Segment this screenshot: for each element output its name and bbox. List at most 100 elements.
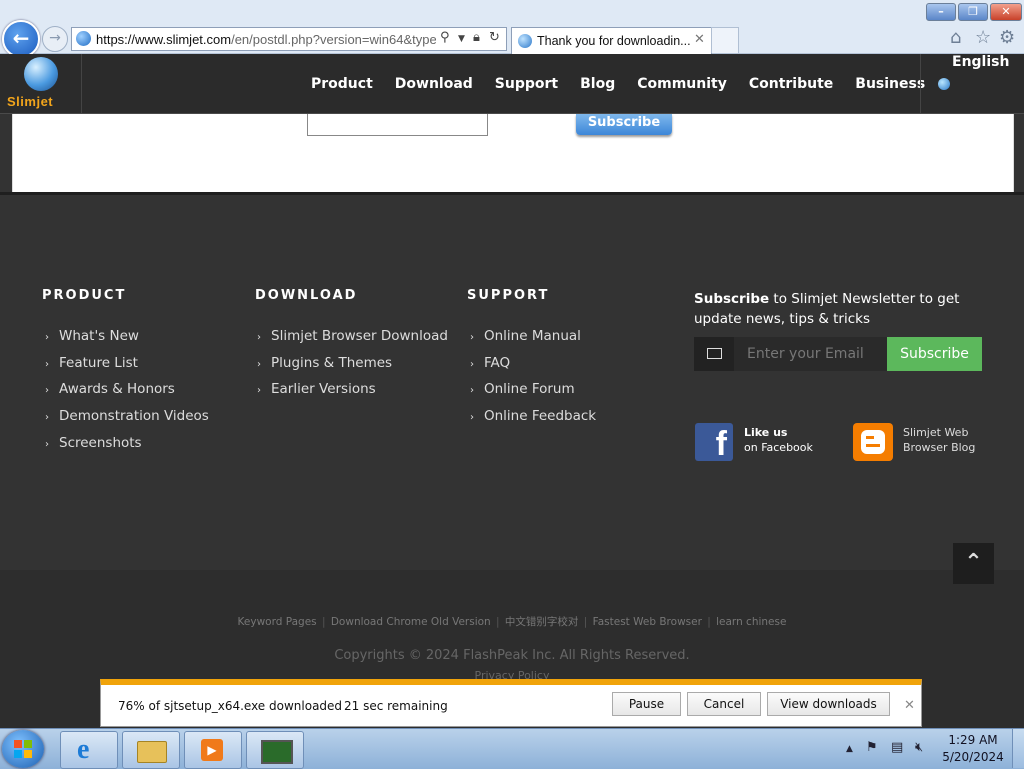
footer-link[interactable]: › Slimjet Browser Download — [257, 328, 448, 355]
show-hidden-icons-icon[interactable]: ▲ — [846, 744, 853, 754]
footer-link[interactable]: › FAQ — [470, 355, 596, 382]
tab-active[interactable]: Thank you for downloadin... ✕ — [511, 27, 712, 54]
taskbar-media-player[interactable]: ▶ — [184, 731, 242, 769]
footer-link[interactable]: › Earlier Versions — [257, 381, 448, 408]
tools-gear-icon[interactable]: ⚙ — [999, 27, 1015, 48]
minimize-button[interactable]: – — [926, 3, 956, 21]
view-downloads-button[interactable]: View downloads — [767, 692, 890, 716]
site-header: Slimjet Product Download Support Blog Co… — [0, 54, 1024, 114]
nav-product[interactable]: Product — [300, 54, 384, 113]
newsletter-subscribe-button[interactable]: Subscribe — [887, 337, 982, 371]
download-status: 76% of sjtsetup_x64.exe downloaded — [118, 699, 343, 713]
maximize-button[interactable]: ❐ — [958, 3, 988, 21]
footer-link[interactable]: › Demonstration Videos — [45, 408, 209, 435]
folder-icon — [137, 741, 167, 763]
footer-link[interactable]: › Online Manual — [470, 328, 596, 355]
new-tab-button[interactable] — [711, 27, 739, 53]
chevron-right-icon: › — [45, 438, 49, 450]
chevron-right-icon: › — [257, 385, 261, 397]
footer-link[interactable]: › Screenshots — [45, 435, 209, 462]
chevron-right-icon: › — [470, 332, 474, 343]
blogger-icon[interactable] — [853, 423, 893, 461]
windows-logo-icon — [14, 740, 32, 758]
footer-link[interactable]: › What's New — [45, 328, 209, 355]
site-globe-icon — [76, 31, 91, 46]
tab-close-icon[interactable]: ✕ — [694, 32, 705, 47]
chevron-right-icon: › — [45, 385, 49, 397]
monitor-icon — [261, 740, 293, 764]
chevron-right-icon: › — [470, 412, 474, 424]
link-keyword-pages[interactable]: Keyword Pages — [238, 616, 317, 628]
search-icon[interactable]: ⚲ — [440, 30, 450, 45]
chevron-right-icon: › — [45, 358, 49, 370]
lock-icon[interactable]: 🔒︎ — [473, 30, 480, 45]
action-center-flag-icon[interactable]: ⚑ — [866, 740, 878, 755]
page-content: Subscribe PRODUCT › What's New › Feature L… — [0, 114, 1024, 728]
network-icon[interactable]: ▤ — [891, 740, 903, 755]
chevron-right-icon: › — [257, 332, 261, 343]
scroll-to-top-icon[interactable]: ⌃ — [953, 543, 994, 584]
footer-link[interactable]: › Online Forum — [470, 381, 596, 408]
back-icon[interactable]: ← — [2, 20, 40, 58]
link-chinese-proofreading[interactable]: 中文错别字校对 — [505, 616, 579, 628]
footer-product-title: PRODUCT — [42, 288, 127, 303]
favorites-star-icon[interactable]: ☆ — [975, 27, 991, 48]
pause-button[interactable]: Pause — [612, 692, 681, 716]
close-icon[interactable]: ✕ — [904, 698, 915, 713]
link-fastest-browser[interactable]: Fastest Web Browser — [593, 616, 702, 628]
chevron-right-icon: › — [257, 358, 261, 370]
blog-link[interactable]: Slimjet Web Browser Blog — [903, 425, 975, 455]
footer-support-links: › Online Manual › FAQ › Online Forum › Onlin… — [470, 328, 596, 435]
refresh-icon[interactable]: ↻ — [489, 30, 500, 45]
nav-blog[interactable]: Blog — [569, 54, 626, 113]
footer-download-title: DOWNLOAD — [255, 288, 358, 303]
volume-muted-icon[interactable]: 🔇︎ — [915, 740, 923, 755]
facebook-link[interactable]: Like us on Facebook — [744, 425, 813, 455]
cancel-button[interactable]: Cancel — [687, 692, 761, 716]
clock-date[interactable]: 5/20/2024 — [940, 750, 1006, 764]
nav-support[interactable]: Support — [484, 54, 569, 113]
link-learn-chinese[interactable]: learn chinese — [716, 616, 786, 628]
copyright: Copyrights © 2024 FlashPeak Inc. All Rig… — [334, 648, 690, 663]
taskbar-file-explorer[interactable] — [122, 731, 180, 769]
tab-title: Thank you for downloadin... — [537, 34, 691, 48]
chevron-right-icon: › — [470, 385, 474, 397]
newsletter-text: Subscribe to Slimjet Newsletter to get u… — [694, 291, 960, 327]
nav-download[interactable]: Download — [384, 54, 484, 113]
chevron-right-icon: › — [45, 412, 49, 424]
nav-community[interactable]: Community — [626, 54, 738, 113]
content-panel: Subscribe — [12, 114, 1014, 192]
footer-link[interactable]: › Feature List — [45, 355, 209, 382]
nav-contribute[interactable]: Contribute — [738, 54, 844, 113]
top-subscribe-button[interactable]: Subscribe — [576, 114, 672, 135]
address-bar[interactable]: https://www.slimjet.com/en/postdl.php?ve… — [71, 27, 507, 51]
top-email-input[interactable] — [307, 114, 488, 136]
footer-link[interactable]: › Online Feedback — [470, 408, 596, 435]
footer-download-links: › Slimjet Browser Download › Plugins & The… — [257, 328, 448, 408]
home-icon[interactable]: ⌂ — [950, 27, 961, 48]
show-desktop-button[interactable] — [1012, 729, 1024, 768]
footer-link[interactable]: › Awards & Honors — [45, 381, 209, 408]
footer-support-title: SUPPORT — [467, 288, 550, 303]
start-button[interactable] — [2, 730, 44, 768]
language-selector[interactable]: English — [920, 54, 1024, 113]
download-notification-bar: 76% of sjtsetup_x64.exe downloaded 21 se… — [100, 679, 922, 727]
chevron-right-icon: › — [470, 358, 474, 370]
url-host: https://www.slimjet.com — [96, 32, 232, 47]
forward-icon[interactable]: → — [42, 26, 68, 52]
tab-favicon-icon — [518, 34, 532, 48]
site-logo[interactable]: Slimjet — [0, 54, 82, 113]
footer-link[interactable]: › Plugins & Themes — [257, 355, 448, 382]
newsletter-email-input[interactable]: Enter your Email — [734, 337, 887, 371]
language-label: English — [952, 54, 1010, 70]
link-chrome-old-version[interactable]: Download Chrome Old Version — [331, 616, 491, 628]
close-window-button[interactable]: ✕ — [990, 3, 1022, 21]
facebook-icon[interactable]: f — [695, 423, 733, 461]
footer-bottom-links: Keyword Pages | Download Chrome Old Vers… — [237, 616, 787, 628]
address-url[interactable]: https://www.slimjet.com/en/postdl.php?ve… — [96, 32, 436, 47]
taskbar-app[interactable] — [246, 731, 304, 769]
chevron-right-icon: › — [45, 332, 49, 343]
clock-time[interactable]: 1:29 AM — [940, 733, 1006, 747]
dropdown-icon[interactable]: ▼ — [458, 34, 465, 44]
taskbar-internet-explorer[interactable]: e — [60, 731, 118, 769]
